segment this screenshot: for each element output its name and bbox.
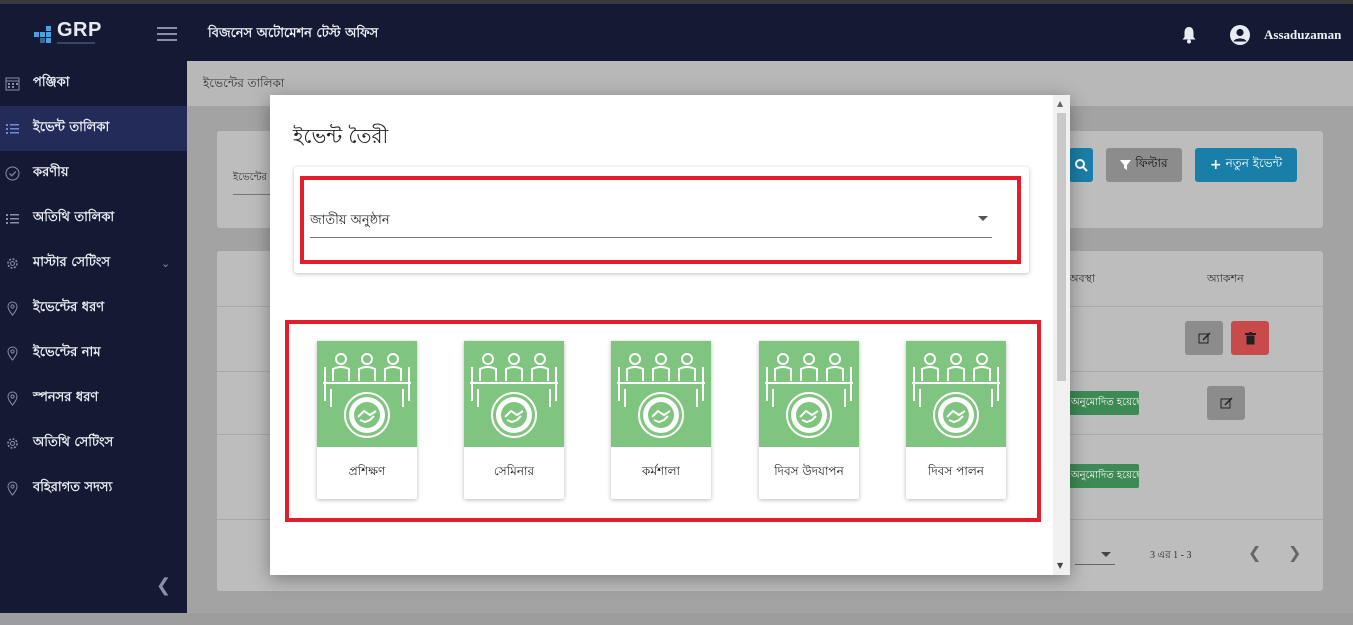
event-type-label: প্রশিক্ষণ (348, 464, 386, 478)
menu-toggle-icon[interactable] (157, 27, 177, 42)
sidebar-item-label: বহিরাগত সদস্য (33, 480, 113, 495)
column-header-status: অবস্থা (1069, 272, 1096, 285)
trash-icon (1244, 331, 1256, 344)
delete-button[interactable] (1231, 321, 1269, 355)
prev-page-icon[interactable]: ❮ (1248, 543, 1261, 562)
sidebar-item-label: পঞ্জিকা (33, 75, 70, 90)
filter-button-label: ফিল্টার (1135, 156, 1168, 170)
edit-icon (1198, 331, 1211, 343)
sidebar-item-todo[interactable]: করণীয় (0, 151, 187, 196)
new-event-button-label: নতুন ইভেন্ট (1225, 156, 1283, 170)
location-pin-icon (7, 391, 18, 406)
event-type-tile[interactable]: প্রশিক্ষণ (317, 341, 417, 499)
rows-per-page-select[interactable] (1075, 564, 1115, 565)
bell-icon[interactable] (1181, 26, 1197, 44)
dialog-scrollbar[interactable]: ▲ ▼ (1053, 95, 1070, 575)
sidebar-item-sponsor-type[interactable]: স্পনসর ধরণ (0, 376, 187, 421)
sidebar-item-label: ইভেন্টের নাম (33, 345, 101, 360)
logo-tagline (57, 42, 95, 44)
sidebar-item-event-name[interactable]: ইভেন্টের নাম (0, 331, 187, 376)
check-circle-icon (5, 166, 20, 181)
meeting-handshake-icon (611, 341, 711, 447)
search-field-underline (233, 194, 273, 195)
meeting-handshake-icon (317, 341, 417, 447)
new-event-button[interactable]: + নতুন ইভেন্ট (1195, 148, 1297, 182)
meeting-handshake-icon (759, 341, 859, 447)
location-pin-icon (7, 346, 18, 361)
breadcrumb-current: ইভেন্টের তালিকা (203, 76, 285, 90)
sidebar-item-label: স্পনসর ধরণ (33, 390, 99, 405)
caret-down-icon[interactable] (1101, 552, 1111, 557)
sidebar-item-label: ইভেন্টের ধরণ (33, 300, 105, 315)
sidebar-item-external-members[interactable]: বহিরাগত সদস্য (0, 466, 187, 511)
scroll-up-arrow-icon[interactable]: ▲ (1057, 99, 1063, 108)
event-type-tile[interactable]: কর্মশালা (611, 341, 711, 499)
event-type-label: দিবস পালন (928, 464, 984, 478)
top-navbar: GRP বিজনেস অটোমেশন টেস্ট অফিস Assaduzama… (0, 0, 1353, 61)
office-name: বিজনেস অটোমেশন টেস্ট অফিস (208, 26, 379, 41)
dropdown-arrow-icon[interactable] (978, 216, 988, 221)
sidebar-item-guest-list[interactable]: অতিথি তালিকা (0, 196, 187, 241)
user-avatar-icon[interactable] (1229, 24, 1251, 46)
calendar-icon (5, 77, 20, 91)
create-event-dialog: ইভেন্ট তৈরী জাতীয় অনুষ্ঠান প্রশিক্ষণ সে… (270, 95, 1070, 575)
filter-button[interactable]: ফিল্টার (1106, 148, 1182, 182)
status-badge: অনুমোদিত হয়েছে (1067, 391, 1139, 415)
sidebar-item-event-type[interactable]: ইভেন্টের ধরণ (0, 286, 187, 331)
event-category-select[interactable]: জাতীয় অনুষ্ঠান (310, 206, 992, 238)
sidebar-item-master-settings[interactable]: মাস্টার সেটিংস ⌄ (0, 241, 187, 286)
sidebar-item-label: অতিথি তালিকা (33, 210, 115, 225)
sidebar-item-guest-settings[interactable]: অতিথি সেটিংস (0, 421, 187, 466)
sidebar-item-label: মাস্টার সেটিংস (33, 255, 111, 270)
pagination-range: 3 এর 1 - 3 (1150, 550, 1192, 561)
gear-icon (7, 438, 18, 449)
event-type-tile[interactable]: সেমিনার (464, 341, 564, 499)
event-type-label: সেমিনার (493, 464, 535, 478)
event-type-tile[interactable]: দিবস পালন (906, 341, 1006, 499)
search-button[interactable] (1069, 148, 1093, 182)
sidebar-item-label: ইভেন্ট তালিকা (33, 120, 110, 135)
status-badge-label: অনুমোদিত হয়েছে (1071, 469, 1139, 481)
event-type-tile[interactable]: দিবস উদযাপন (759, 341, 859, 499)
location-pin-icon (7, 301, 18, 316)
sidebar-item-label: করণীয় (33, 165, 69, 180)
chevron-down-icon[interactable]: ⌄ (161, 257, 170, 270)
event-type-label: দিবস উদযাপন (774, 464, 844, 478)
sidebar-item-label: অতিথি সেটিংস (33, 435, 114, 450)
dialog-title: ইভেন্ট তৈরী (293, 124, 389, 148)
search-icon (1075, 159, 1088, 172)
column-header-action: অ্যাকশন (1207, 272, 1244, 285)
sidebar-item-calendar[interactable]: পঞ্জিকা (0, 61, 187, 106)
meeting-handshake-icon (464, 341, 564, 447)
list-icon (6, 214, 19, 224)
logo-text: GRP (57, 19, 102, 41)
grp-logo[interactable]: GRP (34, 18, 101, 48)
scroll-thumb[interactable] (1057, 113, 1066, 381)
next-page-icon[interactable]: ❯ (1288, 543, 1301, 562)
filter-icon (1120, 159, 1132, 170)
gear-icon (7, 258, 18, 269)
scroll-down-arrow-icon[interactable]: ▼ (1057, 561, 1063, 570)
search-field-label: ইভেন্টের (233, 172, 268, 183)
location-pin-icon (7, 481, 18, 496)
sidebar: পঞ্জিকা ইভেন্ট তালিকা করণীয় অতিথি তালিক… (0, 61, 187, 613)
meeting-handshake-icon (906, 341, 1006, 447)
edit-button[interactable] (1207, 386, 1245, 420)
sidebar-item-event-list[interactable]: ইভেন্ট তালিকা (0, 106, 187, 151)
user-name[interactable]: Assaduzaman (1264, 27, 1341, 43)
event-category-value: জাতীয় অনুষ্ঠান (310, 213, 390, 228)
event-type-label: কর্মশালা (641, 464, 681, 478)
edit-button[interactable] (1185, 321, 1223, 355)
status-badge: অনুমোদিত হয়েছে (1067, 464, 1139, 488)
page-footer-strip (0, 613, 1353, 625)
edit-icon (1220, 396, 1233, 408)
chevron-left-icon[interactable]: ❮ (156, 575, 171, 596)
status-badge-label: অনুমোদিত হয়েছে (1071, 396, 1139, 408)
list-icon (6, 124, 19, 134)
plus-icon: + (1209, 157, 1222, 173)
logo-mark-icon (34, 26, 56, 43)
